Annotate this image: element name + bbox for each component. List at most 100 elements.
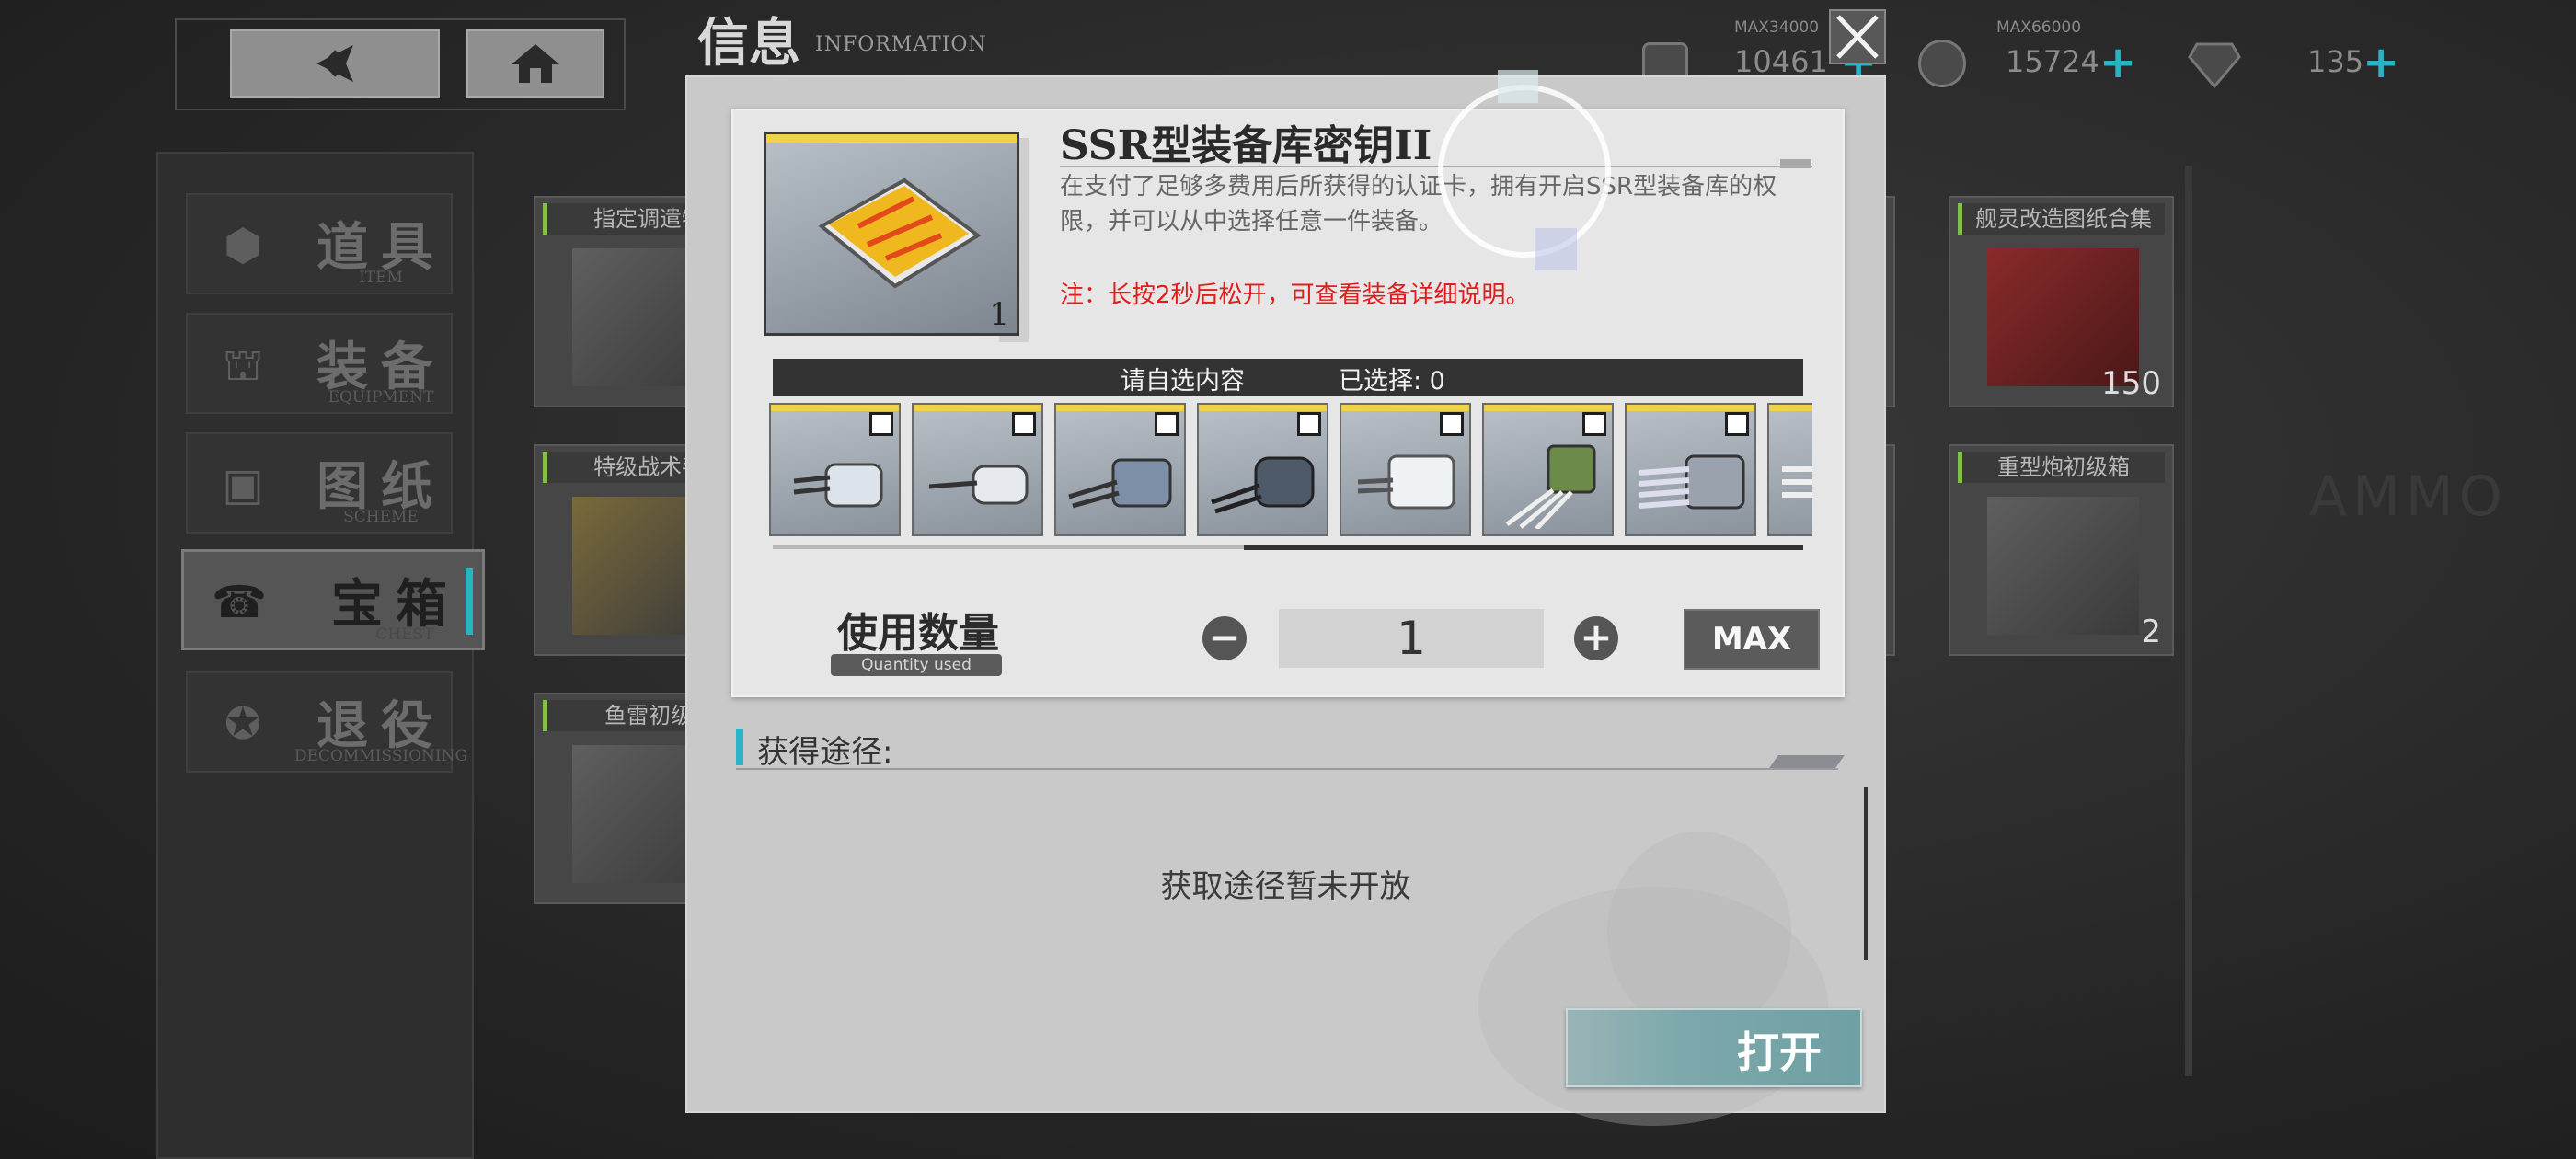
sidebar-item-item[interactable]: ⬢ 道具 ITEM — [186, 193, 453, 294]
equipment-option[interactable] — [912, 403, 1043, 536]
coin-icon — [1918, 40, 1966, 87]
rarity-bar — [1056, 405, 1184, 411]
equipment-list[interactable] — [769, 403, 1812, 539]
card-art — [1987, 497, 2139, 635]
source-divider — [736, 768, 1838, 770]
name-divider — [1060, 166, 1812, 167]
blueprint-icon: ▣ — [222, 459, 264, 511]
equipment-option[interactable] — [1197, 403, 1328, 536]
card-count: 2 — [2141, 614, 2161, 650]
equipment-scroll-thumb[interactable] — [1244, 545, 1803, 550]
rarity-bar — [1627, 405, 1754, 411]
rarity-bar — [914, 405, 1041, 411]
quantity-label: 使用数量 — [837, 610, 999, 657]
coin-value: 15724 — [2006, 44, 2099, 79]
gem-value: 135 — [2307, 44, 2364, 79]
back-button[interactable] — [230, 29, 440, 98]
oil-max: MAX34000 — [1734, 18, 1820, 37]
sidebar-item-en: EQUIPMENT — [328, 388, 434, 407]
triple-green-turret-icon — [1505, 444, 1596, 529]
source-scrollbar[interactable] — [1864, 787, 1868, 960]
turret-icon: ⛫ — [222, 339, 264, 391]
background-scrollbar[interactable] — [2185, 166, 2192, 1076]
increase-quantity-button[interactable]: + — [1574, 616, 1618, 660]
equipment-checkbox[interactable] — [1440, 412, 1464, 436]
item-name: SSR型装备库密钥II — [1060, 122, 1432, 169]
max-quantity-button[interactable]: MAX — [1684, 609, 1820, 670]
home-button[interactable] — [466, 29, 604, 98]
gem-add-button[interactable]: + — [2363, 40, 2399, 85]
equipment-option[interactable] — [1340, 403, 1471, 536]
sidebar-item-en: SCHEME — [343, 508, 419, 526]
back-arrow-icon — [316, 45, 353, 82]
rarity-bar — [766, 134, 1017, 143]
sidebar-item-en: DECOMMISSIONING — [293, 747, 468, 765]
coin-add-button[interactable]: + — [2099, 40, 2136, 85]
cube-icon: ⬢ — [224, 220, 262, 271]
source-empty-message: 获取途径暂未开放 — [1160, 868, 1411, 905]
source-title: 获得途径: — [757, 734, 893, 771]
sidebar-item-en: ITEM — [359, 269, 403, 287]
rarity-bar — [771, 405, 899, 411]
heavy-turret-icon — [1068, 458, 1172, 509]
equipment-checkbox[interactable] — [1155, 412, 1179, 436]
quantity-input[interactable]: 1 — [1279, 609, 1544, 668]
selection-header: 请自选内容 已选择: 0 — [773, 359, 1803, 396]
equipment-option[interactable] — [1767, 403, 1812, 536]
sidebar-item-decommissioning[interactable]: ✪ 退役 DECOMMISSIONING — [186, 671, 467, 773]
glitch-decoration — [1535, 228, 1577, 270]
sidebar-item-equipment[interactable]: ⛫ 装备 EQUIPMENT — [186, 313, 453, 414]
open-button[interactable]: 打开 — [1566, 1008, 1862, 1087]
card-count: 150 — [2101, 365, 2161, 402]
page-title: 信息 — [697, 13, 800, 74]
long-gun-turret-icon — [928, 465, 1029, 505]
rarity-bar — [1341, 405, 1469, 411]
selection-prompt: 请自选内容 — [1121, 367, 1245, 396]
close-button[interactable] — [1829, 9, 1886, 64]
white-turret-icon — [1357, 454, 1455, 510]
equipment-checkbox[interactable] — [1725, 412, 1749, 436]
loading-ring-decoration — [1438, 85, 1611, 258]
equipment-checkbox[interactable] — [1297, 412, 1321, 436]
name-divider-tab — [1780, 159, 1811, 168]
source-accent — [736, 729, 743, 765]
equipment-option[interactable] — [1482, 403, 1614, 536]
inventory-card[interactable]: 重型炮初级箱 2 — [1949, 444, 2174, 656]
card-title: 舰灵改造图纸合集 — [1958, 203, 2165, 235]
home-icon — [512, 44, 559, 83]
selection-count: 已选择: 0 — [1339, 367, 1445, 396]
open-button-label: 打开 — [1737, 1027, 1822, 1077]
keycard-icon — [818, 178, 982, 289]
sidebar-item-scheme[interactable]: ▣ 图纸 SCHEME — [186, 432, 453, 534]
medal-icon: ✪ — [224, 698, 262, 750]
item-count: 1 — [989, 296, 1009, 333]
partial-turret-icon — [1782, 466, 1812, 498]
equipment-option[interactable] — [1625, 403, 1756, 536]
quantity-label-en: Quantity used — [831, 654, 1002, 676]
inventory-card[interactable]: 舰灵改造图纸合集 150 — [1949, 196, 2174, 407]
sidebar-item-chest[interactable]: ☎ 宝箱 CHEST — [181, 549, 485, 650]
dark-turret-icon — [1211, 456, 1315, 514]
diamond-icon — [2188, 42, 2241, 88]
glitch-decoration — [1498, 70, 1538, 103]
quad-turret-icon — [1639, 454, 1745, 510]
rarity-bar — [1769, 405, 1812, 411]
page-subtitle: INFORMATION — [815, 33, 987, 56]
item-description: 在支付了足够多费用后所获得的认证卡，拥有开启SSR型装备库的权限，并可以从中选择… — [1060, 173, 1777, 235]
equipment-checkbox[interactable] — [1012, 412, 1036, 436]
rarity-bar — [1199, 405, 1327, 411]
decrease-quantity-button[interactable]: − — [1202, 616, 1247, 660]
close-icon — [1836, 15, 1879, 59]
coin-max: MAX66000 — [1996, 18, 2082, 37]
source-divider-tab — [1769, 755, 1845, 768]
active-indicator — [466, 568, 473, 635]
twin-gun-turret-icon — [793, 463, 883, 508]
equipment-option[interactable] — [769, 403, 901, 536]
equipment-option[interactable] — [1054, 403, 1186, 536]
card-title: 重型炮初级箱 — [1958, 452, 2165, 483]
category-sidebar: ⬢ 道具 ITEM ⛫ 装备 EQUIPMENT ▣ 图纸 SCHEME ☎ 宝… — [156, 152, 485, 1159]
equipment-checkbox[interactable] — [1582, 412, 1606, 436]
item-note: 注：长按2秒后松开，可查看装备详细说明。 — [1060, 281, 1530, 309]
item-icon-frame[interactable]: 1 — [764, 132, 1019, 336]
equipment-checkbox[interactable] — [869, 412, 893, 436]
